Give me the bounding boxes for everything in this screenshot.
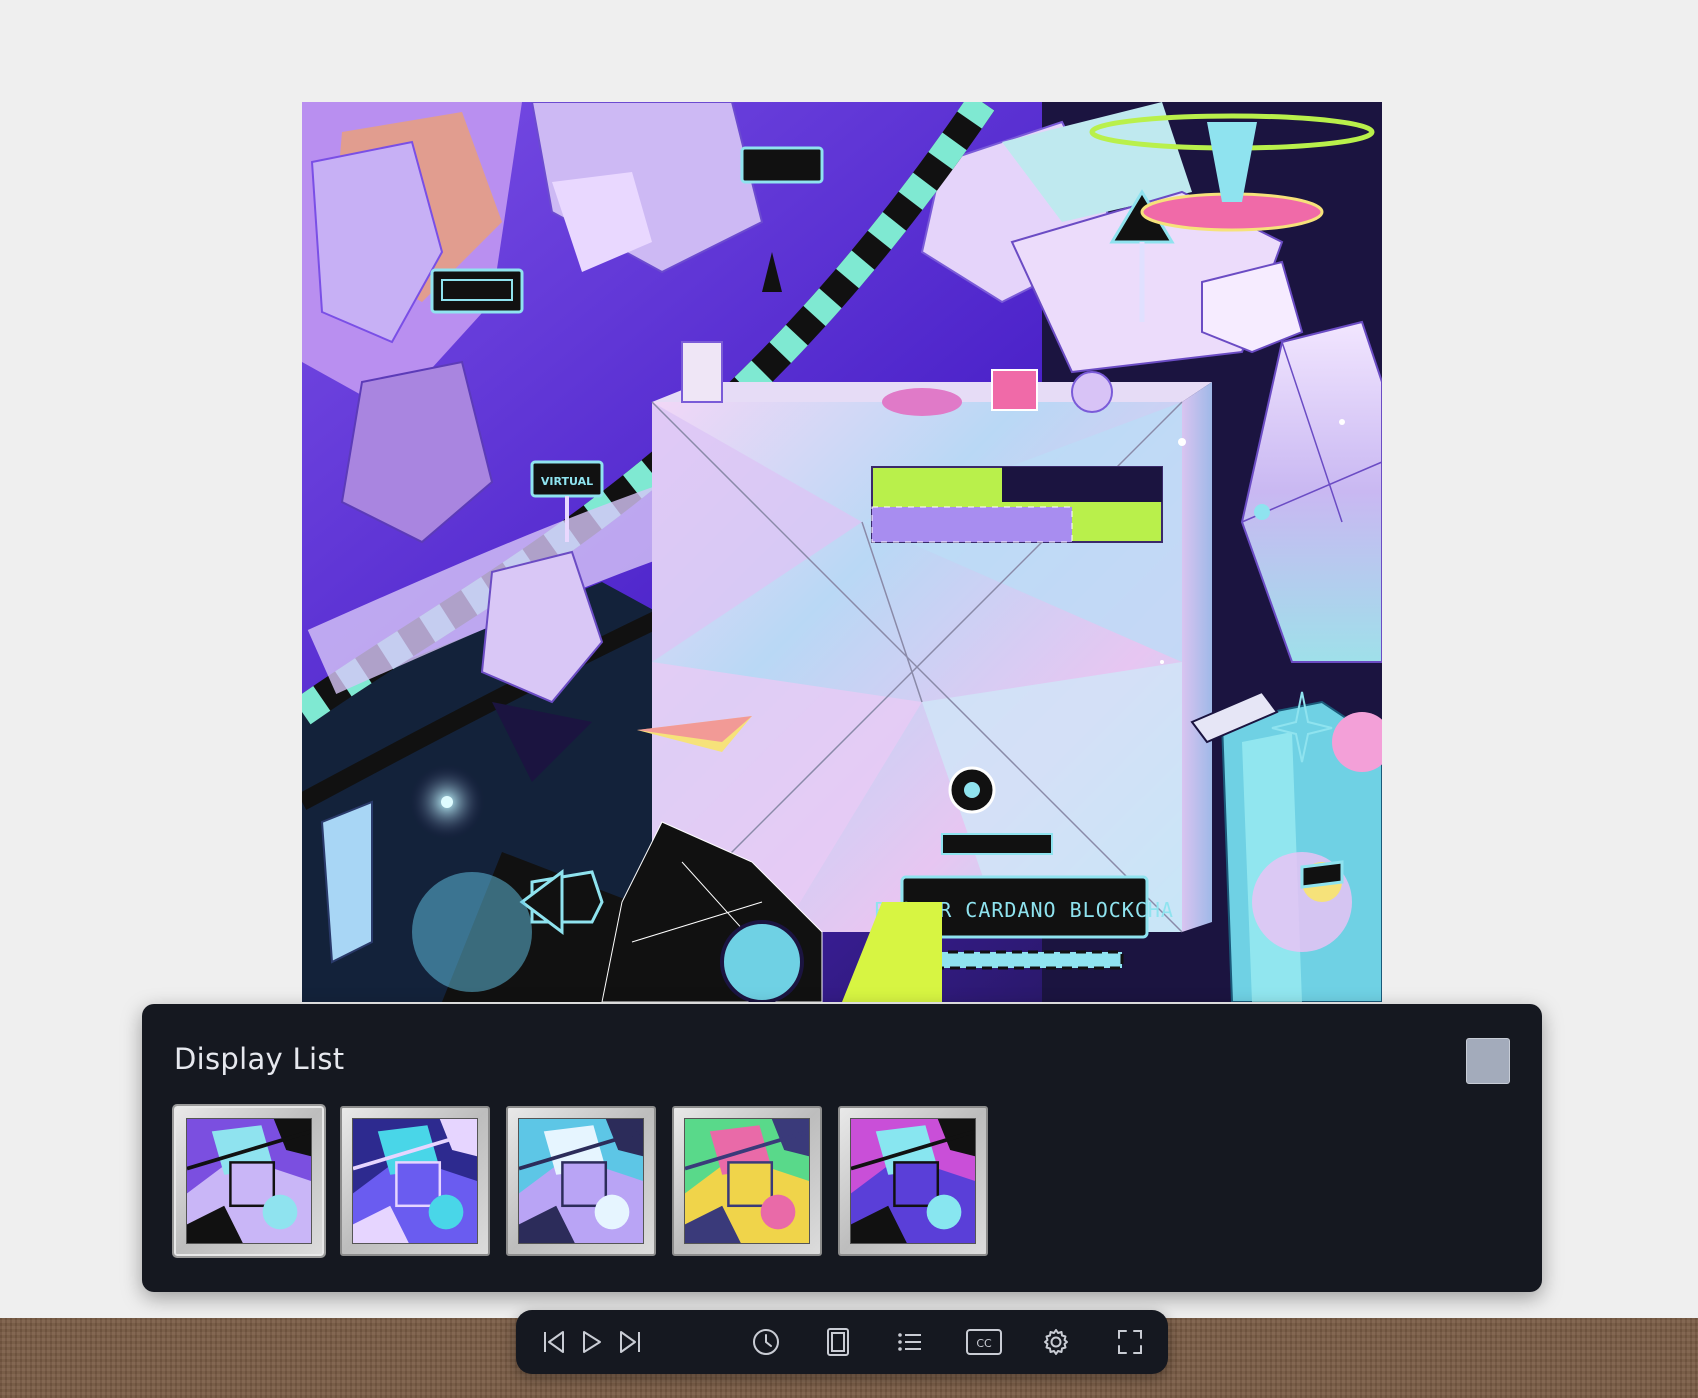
thumbnail-image <box>518 1118 644 1244</box>
thumbnail-shape <box>727 1161 774 1208</box>
square-close-icon[interactable] <box>1466 1038 1510 1084</box>
fullscreen-icon <box>1118 1330 1142 1354</box>
timer-button[interactable] <box>748 1324 784 1360</box>
display-list-panel: Display List <box>142 1004 1542 1292</box>
thumbnail-shape <box>594 1194 630 1230</box>
thumbnail-shape <box>893 1161 940 1208</box>
thumbnail-art <box>685 1119 809 1243</box>
thumbnail-5[interactable] <box>838 1106 988 1256</box>
cc-label: CC <box>976 1337 992 1350</box>
next-button[interactable] <box>612 1324 648 1360</box>
thumbnail-shape <box>760 1194 796 1230</box>
thumbnail-1[interactable] <box>174 1106 324 1256</box>
settings-button[interactable] <box>1038 1324 1074 1360</box>
thumbnail-image <box>684 1118 810 1244</box>
thumbnail-shape <box>262 1194 298 1230</box>
thumbnail-shape <box>229 1161 276 1208</box>
thumbnail-art <box>353 1119 477 1243</box>
artwork-illustration: PLORER CARDANO BLOCKCHA VIRTUAL <box>302 102 1382 1002</box>
thumbnail-2[interactable] <box>340 1106 490 1256</box>
cc-icon: CC <box>966 1329 1002 1355</box>
thumbnail-art <box>519 1119 643 1243</box>
thumbnail-strip <box>174 1106 988 1256</box>
thumbnail-shape <box>395 1161 442 1208</box>
thumbnail-4[interactable] <box>672 1106 822 1256</box>
artwork-display: PLORER CARDANO BLOCKCHA VIRTUAL <box>302 102 1382 1002</box>
thumbnail-image <box>850 1118 976 1244</box>
thumbnail-shape <box>428 1194 464 1230</box>
frame-icon <box>827 1328 849 1356</box>
fullscreen-button[interactable] <box>1112 1324 1148 1360</box>
gear-icon <box>1044 1329 1068 1355</box>
playback-control-bar: CC <box>516 1310 1168 1374</box>
thumbnail-art <box>187 1119 311 1243</box>
thumbnail-image <box>352 1118 478 1244</box>
captions-button[interactable]: CC <box>964 1324 1004 1360</box>
thumbnail-shape <box>561 1161 608 1208</box>
thumbnail-image <box>186 1118 312 1244</box>
panel-title: Display List <box>174 1042 345 1076</box>
display-list-button[interactable] <box>892 1324 928 1360</box>
clock-icon <box>753 1329 779 1355</box>
previous-button[interactable] <box>536 1324 572 1360</box>
play-button[interactable] <box>574 1324 610 1360</box>
list-icon <box>898 1333 921 1351</box>
virtual-sign-text: VIRTUAL <box>541 475 593 488</box>
thumbnail-3[interactable] <box>506 1106 656 1256</box>
play-icon <box>583 1331 601 1353</box>
thumbnail-shape <box>926 1194 962 1230</box>
skip-forward-icon <box>620 1331 640 1353</box>
thumbnail-art <box>851 1119 975 1243</box>
frame-button[interactable] <box>820 1324 856 1360</box>
skip-back-icon <box>544 1331 564 1353</box>
